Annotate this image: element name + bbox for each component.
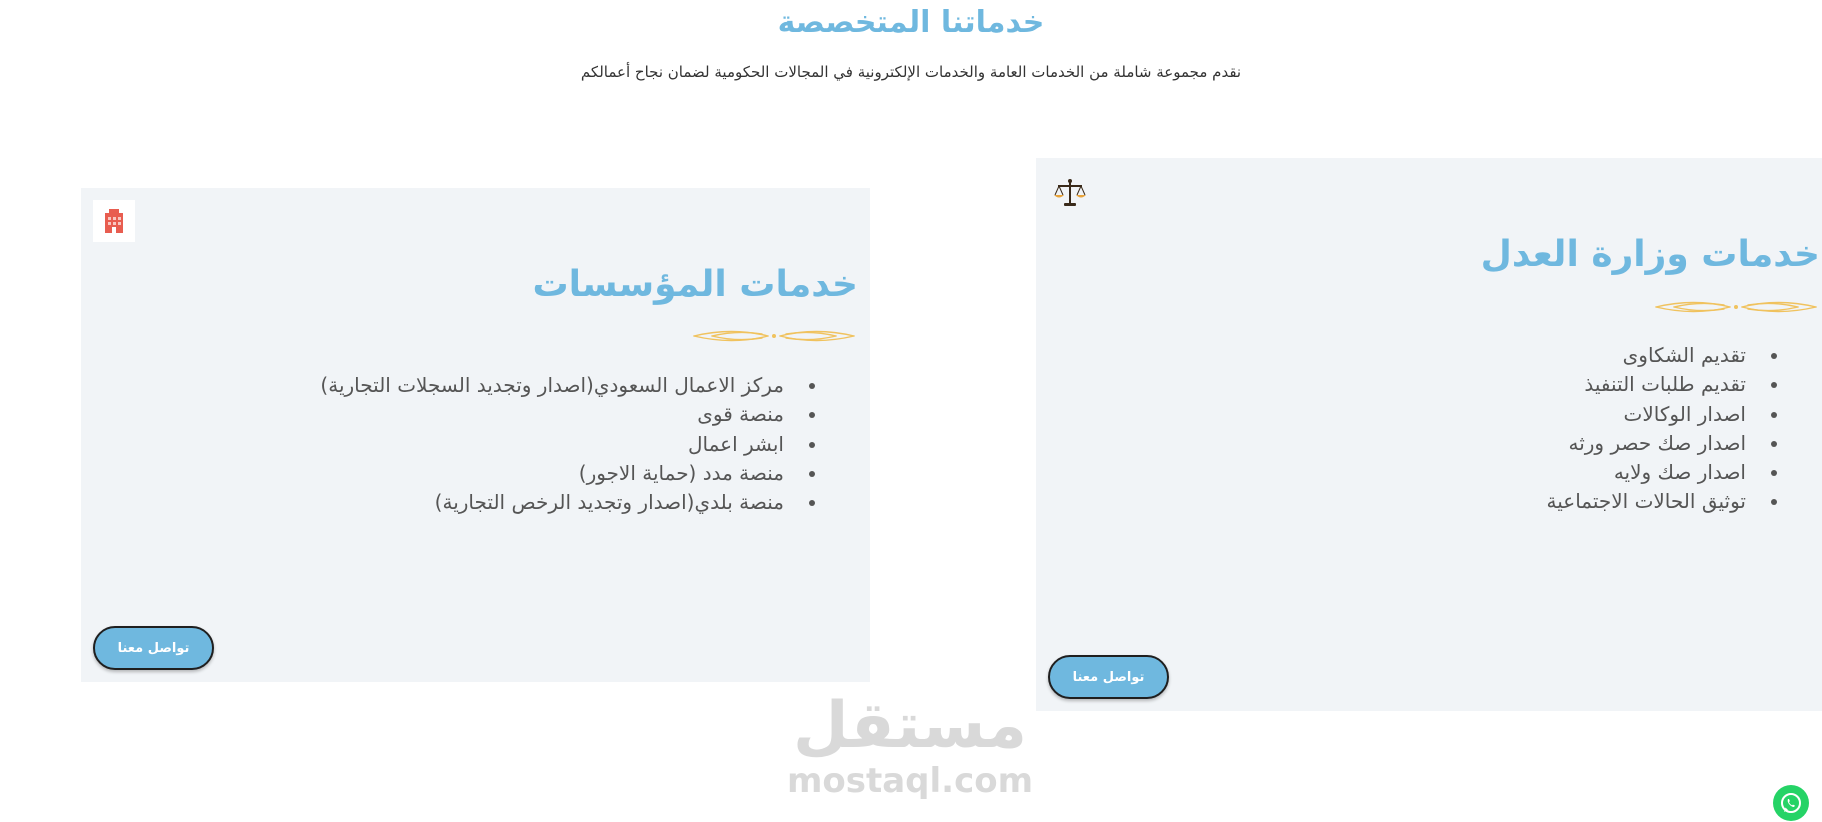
justice-contact-button[interactable]: تواصل معنا [1048, 655, 1169, 699]
list-item: توثيق الحالات الاجتماعية [1547, 487, 1759, 516]
institutions-contact-button[interactable]: تواصل معنا [93, 626, 214, 670]
institutions-services-list: مركز الاعمال السعودي(اصدار وتجديد السجلا… [320, 371, 824, 517]
scales-of-justice-icon [1049, 172, 1091, 214]
justice-services-card: خدمات وزارة العدل تقديم الشكاوى تقديم طل… [1036, 158, 1822, 711]
watermark-latin: mostaql.com [786, 761, 1034, 801]
justice-services-list: تقديم الشكاوى تقديم طلبات التنفيذ اصدار … [1547, 341, 1787, 517]
list-item: اصدار الوكالات [1547, 400, 1759, 429]
section-title: خدماتنا المتخصصة [777, 5, 1045, 40]
whatsapp-icon [1781, 792, 1801, 814]
list-item: منصة قوى [320, 400, 796, 429]
institutions-services-card: خدمات المؤسسات مركز الاعمال السعودي(اصدا… [81, 188, 870, 682]
list-item: تقديم طلبات التنفيذ [1547, 370, 1759, 399]
mostaql-watermark: مستقل mostaql.com [780, 690, 1040, 810]
list-item: اصدار صك حصر ورثه [1547, 429, 1759, 458]
list-item: اصدار صك ولايه [1547, 458, 1759, 487]
justice-card-title: خدمات وزارة العدل [1480, 234, 1820, 275]
building-icon [93, 200, 135, 242]
list-item: منصة بلدي(اصدار وتجديد الرخص التجارية) [320, 488, 796, 517]
watermark-arabic: مستقل [792, 689, 1028, 763]
section-subtitle: نقدم مجموعة شاملة من الخدمات العامة والخ… [580, 63, 1242, 81]
list-item: تقديم الشكاوى [1547, 341, 1759, 370]
ornament-divider-icon [693, 330, 855, 342]
list-item: ابشر اعمال [320, 430, 796, 459]
services-page: خدماتنا المتخصصة نقدم مجموعة شاملة من ال… [0, 0, 1822, 822]
list-item: مركز الاعمال السعودي(اصدار وتجديد السجلا… [320, 371, 796, 400]
whatsapp-button[interactable] [1773, 785, 1809, 821]
institutions-card-title: خدمات المؤسسات [532, 264, 858, 305]
ornament-divider-icon [1655, 301, 1817, 313]
list-item: منصة مدد (حماية الاجور) [320, 459, 796, 488]
